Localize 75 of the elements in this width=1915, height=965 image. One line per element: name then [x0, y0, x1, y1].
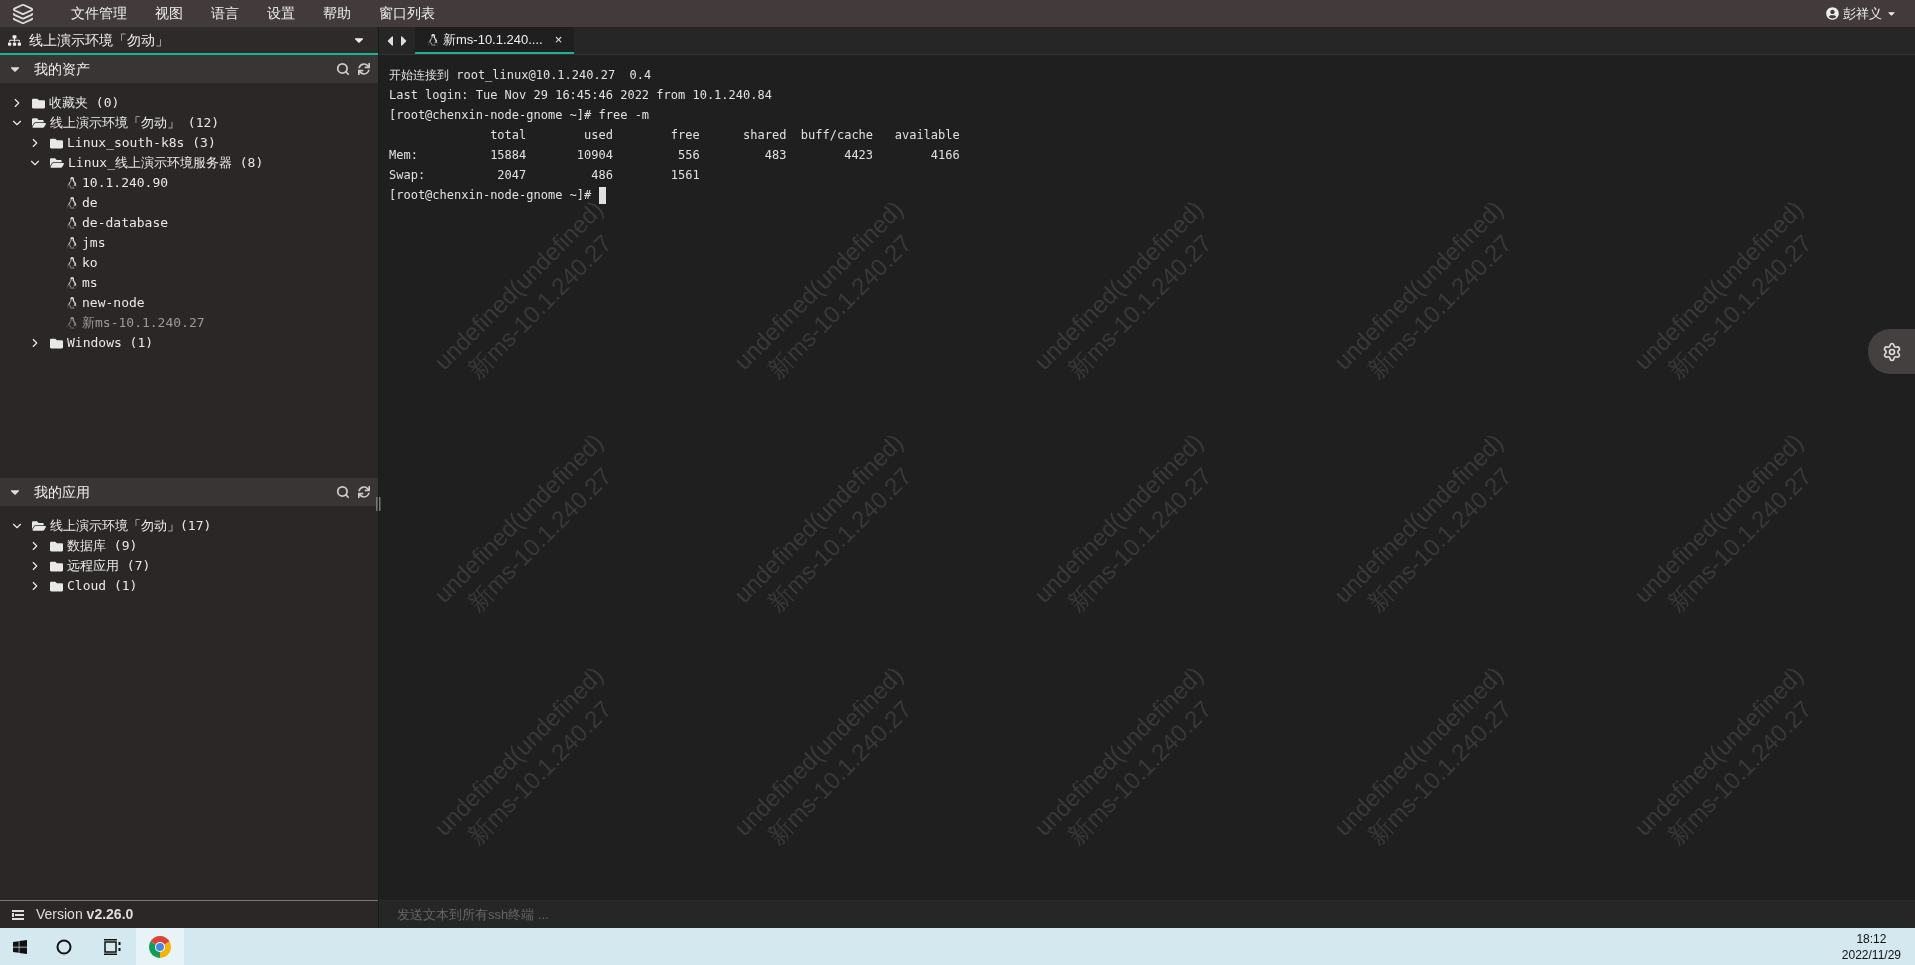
refresh-icon[interactable] — [358, 486, 370, 498]
tree-item[interactable]: 远程应用 (7) — [0, 556, 378, 576]
broadcast-input[interactable]: 发送文本到所有ssh终端 ... — [379, 901, 1915, 928]
terminal-line: 开始连接到 root_linux@10.1.240.27 0.4 — [389, 67, 652, 84]
tree-item[interactable]: 线上演示环境「勿动」(17) — [0, 516, 378, 536]
penguin-icon — [66, 237, 78, 249]
task-view-icon — [103, 938, 121, 955]
penguin-icon — [66, 217, 78, 229]
menu-item[interactable]: 视图 — [155, 3, 183, 24]
open-folder-icon — [50, 156, 64, 170]
menu-item[interactable]: 语言 — [211, 3, 239, 24]
terminal-line: [root@chenxin-node-gnome ~]# free -m — [389, 107, 650, 124]
penguin-icon — [66, 317, 78, 329]
close-button[interactable]: × — [554, 29, 563, 50]
menu-item[interactable]: 文件管理 — [71, 3, 127, 24]
folder-icon — [50, 579, 63, 593]
tree-item[interactable]: Windows (1) — [0, 333, 378, 353]
tree-item[interactable]: 收藏夹 (0) — [0, 93, 378, 113]
settings-icon — [1881, 341, 1902, 362]
workspace-dropdown[interactable]: 线上演示环境「勿动」 — [0, 27, 378, 55]
tree-item[interactable]: 数据库 (9) — [0, 536, 378, 556]
tree-item[interactable]: 线上演示环境「勿动」 (12) — [0, 113, 378, 133]
folder-icon — [50, 136, 63, 150]
penguin-icon — [66, 197, 78, 209]
terminal-line: total used free shared buff/cache available — [489, 127, 960, 144]
menu-item[interactable]: 帮助 — [323, 3, 351, 24]
terminal-line: Last login: Tue Nov 29 16:45:46 2022 from 10.1.240.84 — [389, 87, 772, 104]
penguin-icon — [66, 277, 78, 289]
clock-date: 2022/11/29 — [1841, 946, 1901, 963]
tree-item[interactable]: ms — [0, 273, 378, 293]
folder-icon — [50, 336, 63, 350]
circle-icon — [56, 938, 72, 955]
search-icon[interactable] — [336, 485, 350, 499]
open-folder-icon — [32, 519, 46, 533]
penguin-icon — [427, 33, 439, 46]
tree-item[interactable]: Cloud (1) — [0, 576, 378, 596]
tree-item[interactable]: de — [0, 193, 378, 213]
open-folder-icon — [32, 116, 46, 130]
tab-label: 新ms-10.1.240.... — [443, 30, 543, 49]
tree-item[interactable]: Linux_线上演示环境服务器 (8) — [0, 153, 378, 173]
section-title: 我的资产 — [34, 59, 90, 79]
menu-item[interactable]: 设置 — [267, 3, 295, 24]
tree-item[interactable]: ko — [0, 253, 378, 273]
settings-button[interactable] — [1868, 329, 1915, 374]
folder-icon — [32, 96, 45, 110]
list-icon — [12, 909, 24, 920]
version-text: Version v2.26.0 — [36, 905, 134, 924]
tree-item[interactable]: new-node — [0, 293, 378, 313]
windows-icon — [12, 938, 28, 955]
user-menu[interactable]: 彭祥义 — [1826, 3, 1897, 24]
refresh-icon[interactable] — [358, 63, 370, 75]
terminal-line: [root@chenxin-node-gnome ~]# — [389, 187, 593, 202]
tree-item[interactable]: de-database — [0, 213, 378, 233]
drag-handle-icon[interactable] — [376, 497, 381, 511]
section-title: 我的应用 — [34, 482, 90, 502]
terminal-line: Mem: 15884 10904 556 483 4423 4166 — [389, 147, 960, 164]
search-icon[interactable] — [336, 62, 350, 76]
tree-item[interactable]: 10.1.240.90 — [0, 173, 378, 193]
tree-item[interactable]: 新ms-10.1.240.27 — [0, 313, 378, 333]
logo-icon — [12, 2, 34, 25]
penguin-icon — [66, 297, 78, 309]
browser-icon[interactable] — [149, 935, 171, 958]
folder-icon — [50, 539, 63, 553]
sitemap-icon — [8, 33, 21, 47]
tree-item[interactable]: Linux_south-k8s (3) — [0, 133, 378, 153]
menu-item[interactable]: 窗口列表 — [379, 3, 435, 24]
terminal-line: Swap: 2047 486 1561 — [389, 167, 700, 184]
terminal-tab[interactable]: 新ms-10.1.240.... × — [415, 27, 575, 54]
taskbar-app[interactable] — [136, 928, 184, 965]
penguin-icon — [66, 177, 78, 189]
penguin-icon — [66, 257, 78, 269]
tree-item[interactable]: jms — [0, 233, 378, 253]
clock-time: 18:12 — [1856, 930, 1887, 947]
folder-icon — [50, 559, 63, 573]
user-icon — [1826, 7, 1839, 20]
